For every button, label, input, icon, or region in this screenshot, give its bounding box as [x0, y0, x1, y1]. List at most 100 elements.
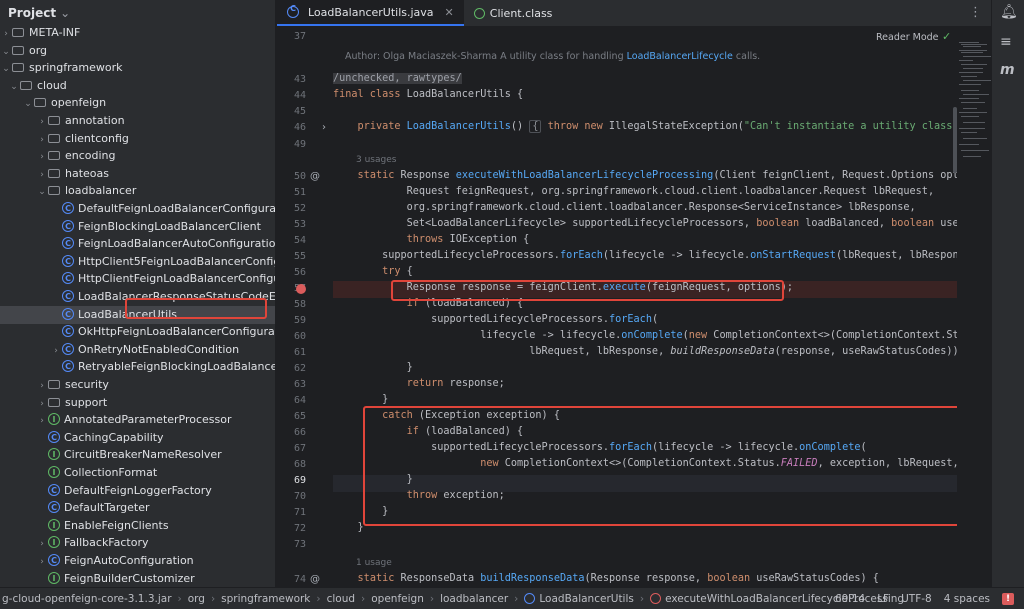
line-number[interactable]: 69	[277, 475, 306, 486]
line-number[interactable]: 52	[277, 203, 306, 214]
chevron-right-icon[interactable]: ›	[36, 148, 48, 166]
breadcrumb-item[interactable]: openfeign	[371, 593, 424, 605]
file-encoding[interactable]: UTF-8	[901, 593, 932, 605]
line-number[interactable]: 55	[277, 251, 306, 262]
tree-item[interactable]: FeignLoadBalancerAutoConfiguration	[0, 235, 275, 253]
close-icon[interactable]: ✕	[445, 6, 454, 19]
tree-folder-openfeign[interactable]: ⌄ openfeign	[0, 94, 275, 113]
chevron-down-icon[interactable]: ⌄	[60, 6, 70, 20]
line-number[interactable]: 64	[277, 395, 306, 406]
line-number[interactable]: 50	[277, 171, 306, 182]
tree-item[interactable]: › FallbackFactory	[0, 534, 275, 553]
line-number[interactable]: 63	[277, 379, 306, 390]
breakpoint-icon[interactable]	[296, 284, 306, 294]
more-icon[interactable]: ⋮	[969, 5, 983, 20]
tree-folder-loadbalancer[interactable]: ⌄ loadbalancer	[0, 182, 275, 201]
chevron-down-icon[interactable]: ⌄	[22, 95, 34, 113]
editor-scrollbar[interactable]	[953, 107, 957, 173]
usages-hint[interactable]: 1 usage	[356, 558, 392, 568]
tree-item[interactable]: FeignBlockingLoadBalancerClient	[0, 218, 275, 236]
maven-icon[interactable]: m	[1000, 62, 1015, 78]
line-number[interactable]: 74	[277, 574, 306, 585]
tree-folder-support[interactable]: › support	[0, 394, 275, 413]
database-icon[interactable]: ≡	[1000, 34, 1012, 50]
line-number[interactable]: 66	[277, 427, 306, 438]
fold-icon[interactable]: ›	[322, 122, 326, 133]
code-minimap[interactable]	[957, 40, 993, 560]
chevron-right-icon[interactable]: ›	[36, 553, 48, 571]
tree-item[interactable]: DefaultTargeter	[0, 499, 275, 517]
tree-item[interactable]: DefaultFeignLoadBalancerConfiguration	[0, 200, 275, 218]
tree-item[interactable]: › AnnotatedParameterProcessor	[0, 411, 275, 430]
chevron-down-icon[interactable]: ⌄	[8, 78, 20, 96]
chevron-right-icon[interactable]: ›	[36, 131, 48, 149]
chevron-right-icon[interactable]: ›	[36, 166, 48, 184]
tree-item[interactable]: OkHttpFeignLoadBalancerConfiguration	[0, 323, 275, 341]
tree-item[interactable]: CircuitBreakerNameResolver	[0, 446, 275, 464]
tree-item[interactable]: CachingCapability	[0, 429, 275, 447]
line-number[interactable]: 72	[277, 523, 306, 534]
chevron-right-icon[interactable]: ›	[36, 113, 48, 131]
line-number[interactable]: 43	[277, 74, 306, 85]
breadcrumb-item[interactable]: cloud	[327, 593, 355, 605]
tree-folder-org[interactable]: ⌄ org	[0, 42, 275, 61]
usages-hint[interactable]: 3 usages	[356, 155, 396, 165]
breadcrumb-item[interactable]: org	[188, 593, 205, 605]
tree-item[interactable]: HttpClientFeignLoadBalancerConfiguration	[0, 270, 275, 288]
line-number[interactable]: 71	[277, 507, 306, 518]
error-icon[interactable]: !	[1002, 593, 1014, 605]
chevron-down-icon[interactable]: ⌄	[0, 43, 12, 61]
line-number[interactable]: 45	[277, 106, 306, 117]
tree-item[interactable]: CollectionFormat	[0, 464, 275, 482]
chevron-right-icon[interactable]: ›	[36, 412, 48, 430]
reader-mode-toggle[interactable]: Reader Mode	[876, 32, 939, 43]
line-number[interactable]: 65	[277, 411, 306, 422]
tree-folder-cloud[interactable]: ⌄ cloud	[0, 77, 275, 96]
line-number[interactable]: 67	[277, 443, 306, 454]
tree-folder-encoding[interactable]: › encoding	[0, 147, 275, 166]
chevron-down-icon[interactable]: ⌄	[0, 60, 12, 78]
tree-item[interactable]: › OnRetryNotEnabledCondition	[0, 341, 275, 360]
breadcrumb-item[interactable]: g-cloud-openfeign-core-3.1.3.jar	[2, 593, 172, 605]
breadcrumb-item[interactable]: springframework	[221, 593, 310, 605]
line-number[interactable]: 53	[277, 219, 306, 230]
tree-folder-meta-inf[interactable]: › META-INF	[0, 24, 275, 43]
chevron-down-icon[interactable]: ⌄	[36, 183, 48, 201]
line-number[interactable]: 70	[277, 491, 306, 502]
tree-item[interactable]: FeignBuilderCustomizer	[0, 570, 275, 587]
editor-gutter[interactable]: 3743444546495051525354555657585960616263…	[277, 27, 333, 587]
line-number[interactable]: 68	[277, 459, 306, 470]
line-number[interactable]: 59	[277, 315, 306, 326]
notifications-icon[interactable]: 🔔︎	[1000, 4, 1018, 20]
override-marker-icon[interactable]: @	[310, 574, 320, 585]
line-number[interactable]: 58	[277, 299, 306, 310]
tree-folder-springframework[interactable]: ⌄ springframework	[0, 59, 275, 78]
chevron-right-icon[interactable]: ›	[50, 342, 62, 360]
chevron-right-icon[interactable]: ›	[36, 395, 48, 413]
tree-folder-security[interactable]: › security	[0, 376, 275, 395]
chevron-right-icon[interactable]: ›	[36, 377, 48, 395]
tree-item[interactable]: › FeignAutoConfiguration	[0, 552, 275, 571]
line-number[interactable]: 60	[277, 331, 306, 342]
chevron-right-icon[interactable]: ›	[0, 25, 12, 43]
line-number[interactable]: 37	[277, 31, 306, 42]
line-number[interactable]: 56	[277, 267, 306, 278]
breadcrumb-item[interactable]: LoadBalancerUtils	[539, 593, 634, 605]
caret-position[interactable]: 69:14	[835, 593, 865, 605]
tree-item[interactable]: RetryableFeignBlockingLoadBalancerClient	[0, 358, 275, 376]
line-number[interactable]: 51	[277, 187, 306, 198]
line-number[interactable]: 54	[277, 235, 306, 246]
breadcrumb-item[interactable]: loadbalancer	[440, 593, 508, 605]
tree-folder-annotation[interactable]: › annotation	[0, 112, 275, 131]
chevron-right-icon[interactable]: ›	[36, 535, 48, 553]
line-number[interactable]: 62	[277, 363, 306, 374]
project-panel-header[interactable]: Project ⌄	[0, 0, 275, 26]
line-ending[interactable]: LF	[877, 593, 889, 605]
tree-folder-hateoas[interactable]: › hateoas	[0, 165, 275, 184]
line-number[interactable]: 73	[277, 539, 306, 550]
tree-item[interactable]: DefaultFeignLoggerFactory	[0, 482, 275, 500]
line-number[interactable]: 49	[277, 139, 306, 150]
indent-setting[interactable]: 4 spaces	[944, 593, 990, 605]
tree-item[interactable]: HttpClient5FeignLoadBalancerConfiguratio…	[0, 253, 275, 271]
tree-item[interactable]: EnableFeignClients	[0, 517, 275, 535]
